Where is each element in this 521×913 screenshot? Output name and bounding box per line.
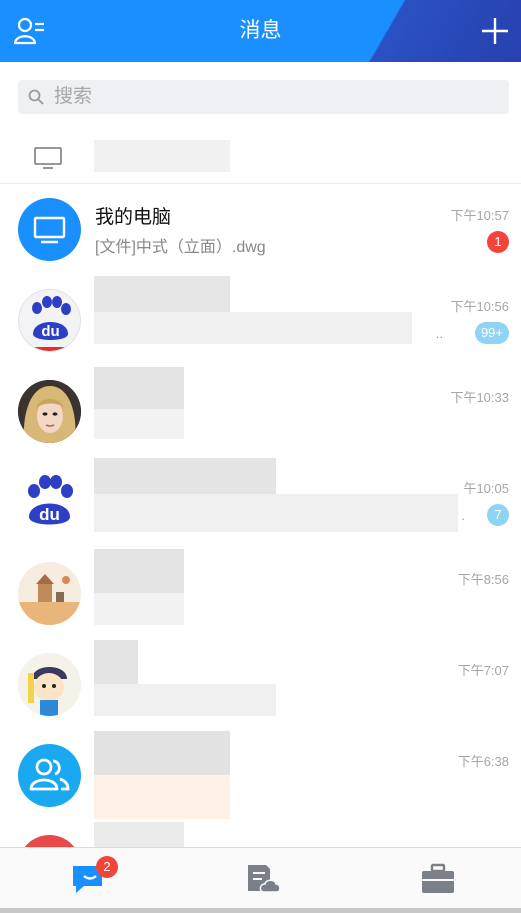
- conversation-time: 下午7:07: [457, 663, 509, 678]
- redacted-name: [94, 367, 184, 409]
- photo-avatar: [18, 380, 81, 443]
- conversation-list: 我的电脑 [文件]中式（立面）.dwg 下午10:57 1 du 下午10:56…: [0, 185, 521, 913]
- redacted-name: [94, 276, 230, 312]
- redacted-name: [94, 731, 230, 775]
- conversation-row[interactable]: du 午10:05 . 7: [0, 458, 521, 549]
- briefcase-icon[interactable]: [418, 862, 458, 896]
- conversation-row[interactable]: 下午7:07: [0, 640, 521, 731]
- monitor-icon: [34, 147, 62, 169]
- conversation-row[interactable]: 下午8:56: [0, 549, 521, 640]
- conversation-row[interactable]: 我的电脑 [文件]中式（立面）.dwg 下午10:57 1: [0, 185, 521, 276]
- computer-avatar: [18, 198, 81, 261]
- search-input[interactable]: [54, 80, 494, 114]
- cartoon-avatar: [18, 653, 81, 716]
- truncation-dots: ..: [435, 326, 443, 341]
- redacted-preview: [94, 312, 412, 344]
- redacted-preview: [94, 494, 458, 532]
- search-section: [0, 62, 521, 130]
- redacted-preview: [94, 409, 184, 439]
- conversation-row[interactable]: 下午10:33: [0, 367, 521, 458]
- redacted-name: [94, 640, 138, 684]
- redacted-name: [94, 458, 276, 494]
- redacted-preview: [94, 775, 230, 819]
- conversation-time: 午10:05: [463, 481, 509, 496]
- baidu-avatar: du: [18, 471, 81, 534]
- unread-badge: 99+: [474, 322, 509, 344]
- bottom-tab-bar: 2: [0, 847, 521, 913]
- group-avatar: [18, 744, 81, 807]
- plus-icon[interactable]: [481, 17, 509, 45]
- conversation-row[interactable]: du 下午10:56 .. 99+: [0, 276, 521, 367]
- redacted-preview: [94, 593, 184, 625]
- logged-in-device-row[interactable]: [0, 130, 521, 184]
- unread-badge: 7: [487, 504, 509, 526]
- redacted-name: [94, 549, 184, 593]
- top-nav-bar: 消息: [0, 0, 521, 62]
- conversation-time: 下午6:38: [457, 754, 509, 769]
- contacts-icon[interactable]: [14, 16, 46, 46]
- conversation-time: 下午10:33: [450, 390, 509, 405]
- unread-badge: 1: [487, 231, 509, 253]
- redacted-text: [94, 140, 230, 172]
- conversation-time: 下午8:56: [457, 572, 509, 587]
- svg-text:du: du: [39, 505, 60, 524]
- illustration-avatar: [18, 562, 81, 625]
- conversation-name: 我的电脑: [95, 207, 172, 228]
- truncation-dots: .: [461, 508, 465, 523]
- cloud-files-icon[interactable]: [244, 862, 284, 896]
- page-title: 消息: [239, 19, 282, 42]
- home-indicator: [0, 908, 521, 913]
- redacted-preview: [94, 684, 276, 716]
- baidu-avatar: du: [18, 289, 81, 352]
- conversation-preview: [文件]中式（立面）.dwg: [95, 239, 266, 256]
- conversation-row[interactable]: 下午6:38: [0, 731, 521, 822]
- conversation-time: 下午10:57: [450, 208, 509, 223]
- conversation-time: 下午10:56: [450, 299, 509, 314]
- search-icon: [28, 89, 44, 105]
- svg-text:du: du: [41, 323, 59, 340]
- search-box[interactable]: [18, 80, 509, 114]
- messages-badge: 2: [96, 856, 118, 878]
